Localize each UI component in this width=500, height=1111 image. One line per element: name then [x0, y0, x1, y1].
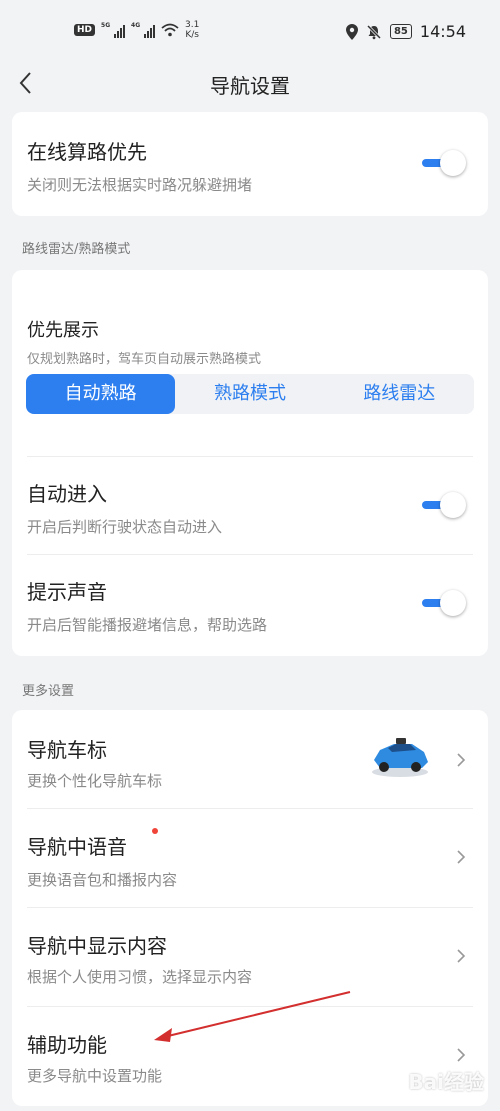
list-item-title: 导航车标 [27, 738, 107, 762]
status-bar: HD 5G 4G 3.1 K/s 85 14:54 [0, 0, 500, 62]
list-item-nav-voice[interactable]: 导航中语音 更换语音包和播报内容 [12, 809, 488, 907]
wifi-icon [161, 23, 179, 37]
page-title: 导航设置 [210, 74, 290, 98]
new-indicator-dot [152, 828, 158, 834]
battery-icon: 85 [389, 24, 412, 39]
list-item-subtitle: 根据个人使用习惯，选择显示内容 [27, 968, 253, 986]
list-item-subtitle: 更换个性化导航车标 [27, 772, 163, 790]
seg-route-radar[interactable]: 路线雷达 [325, 374, 474, 414]
list-item-subtitle: 更换语音包和播报内容 [27, 871, 178, 889]
radar-card: 优先展示 仅规划熟路时，驾车页自动展示熟路模式 自动熟路 熟路模式 路线雷达 自… [12, 270, 488, 656]
chevron-right-icon [457, 850, 466, 864]
divider [27, 554, 473, 555]
status-right: 85 14:54 [345, 22, 466, 41]
watermark-logo: Bai经验 [408, 1070, 484, 1094]
list-item-title: 导航中显示内容 [27, 934, 167, 958]
section-label-radar: 路线雷达/熟路模式 [22, 242, 131, 257]
priority-title: 优先展示 [27, 320, 99, 341]
list-item-subtitle: 更多导航中设置功能 [27, 1067, 163, 1085]
online-route-title: 在线算路优先 [27, 140, 147, 164]
auto-enter-title: 自动进入 [27, 482, 107, 506]
auto-enter-toggle[interactable] [422, 492, 466, 518]
chevron-right-icon [457, 949, 466, 963]
location-icon [345, 23, 358, 40]
signal-5g-icon: 5G [101, 22, 126, 38]
car-icon [372, 738, 428, 777]
list-item-title: 辅助功能 [27, 1033, 107, 1057]
sound-subtitle: 开启后智能播报避堵信息，帮助选路 [27, 616, 268, 634]
sound-toggle[interactable] [422, 590, 466, 616]
divider [27, 456, 473, 457]
list-item-nav-car-icon[interactable]: 导航车标 更换个性化导航车标 [12, 710, 488, 808]
online-route-toggle[interactable] [422, 150, 466, 176]
auto-enter-subtitle: 开启后判断行驶状态自动进入 [27, 518, 223, 536]
hd-badge: HD [74, 24, 96, 36]
mute-bell-icon [366, 24, 382, 39]
status-left: HD 5G 4G 3.1 K/s [74, 20, 199, 40]
network-speed: 3.1 K/s [185, 20, 200, 40]
display-mode-segmented: 自动熟路 熟路模式 路线雷达 [26, 374, 474, 414]
seg-familiar-mode[interactable]: 熟路模式 [175, 374, 324, 414]
priority-subtitle: 仅规划熟路时，驾车页自动展示熟路模式 [27, 352, 262, 367]
more-settings-card: 导航车标 更换个性化导航车标 导航中语音 更换语音包和播报内容 导航中显示内容 … [12, 710, 488, 1106]
clock: 14:54 [419, 22, 466, 41]
list-item-display-content[interactable]: 导航中显示内容 根据个人使用习惯，选择显示内容 [12, 908, 488, 1006]
signal-4g-icon: 4G [131, 22, 156, 38]
chevron-right-icon [457, 753, 466, 767]
section-label-more: 更多设置 [22, 684, 75, 699]
list-item-title: 导航中语音 [27, 835, 127, 859]
sound-title: 提示声音 [27, 580, 107, 604]
chevron-right-icon [457, 1048, 466, 1062]
nav-header: 导航设置 [0, 62, 500, 106]
online-route-card: 在线算路优先 关闭则无法根据实时路况躲避拥堵 [12, 112, 488, 216]
online-route-subtitle: 关闭则无法根据实时路况躲避拥堵 [27, 176, 253, 194]
seg-auto-familiar[interactable]: 自动熟路 [26, 374, 176, 414]
